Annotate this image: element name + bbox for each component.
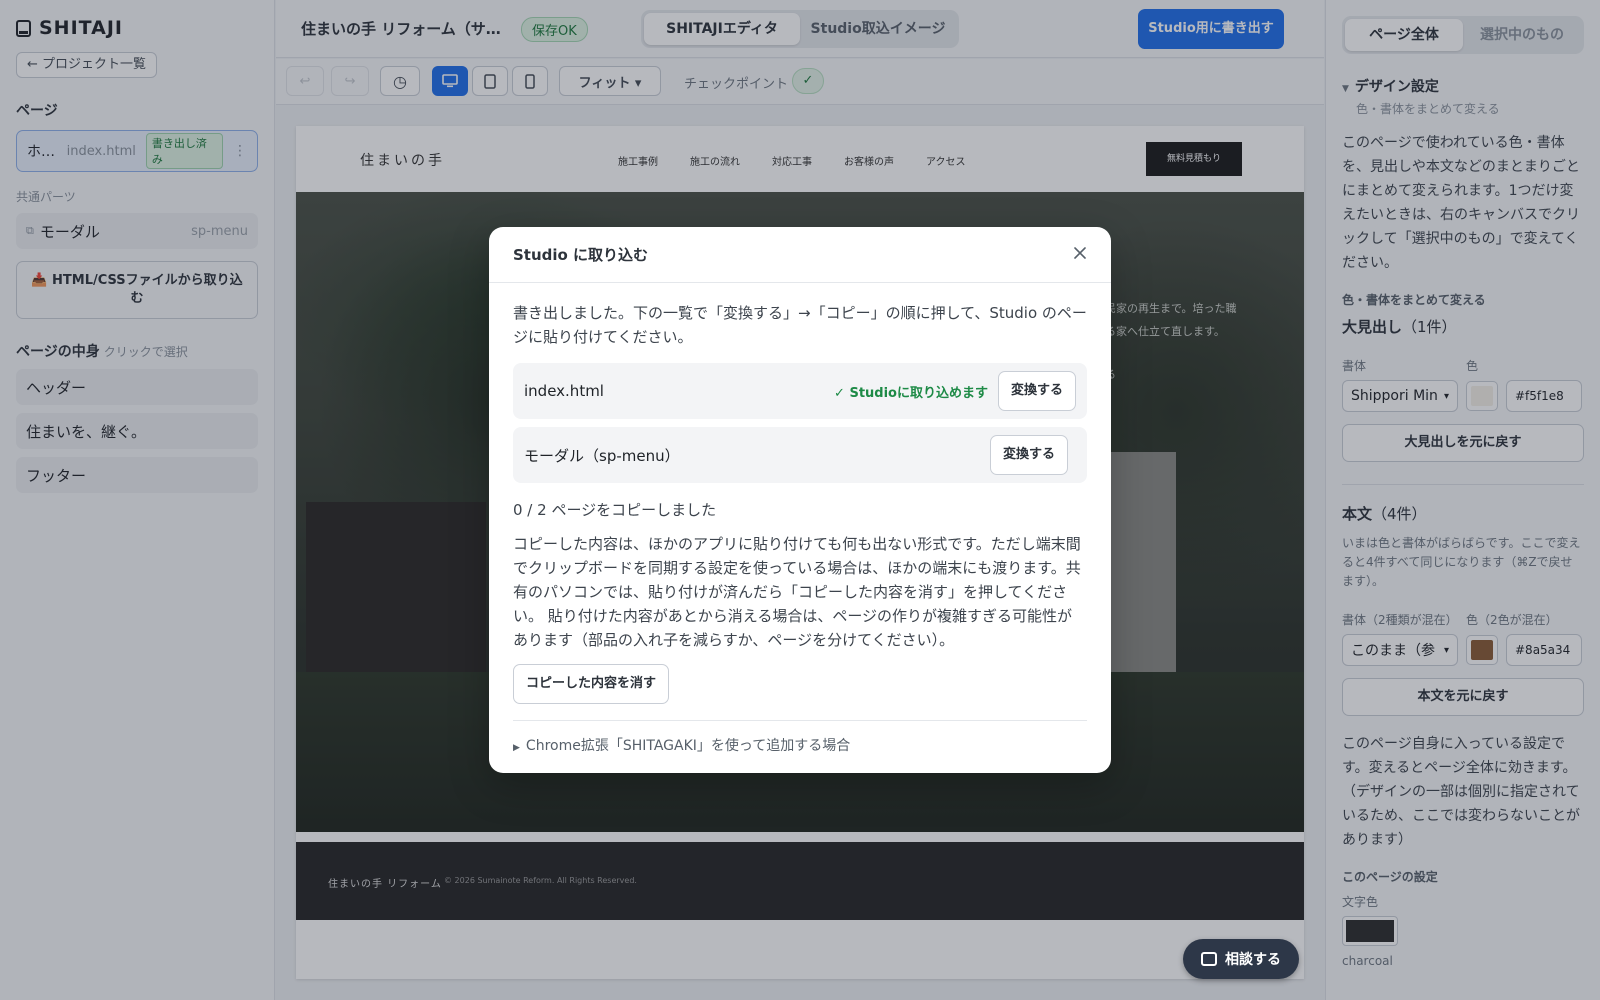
divider	[513, 720, 1087, 721]
modal-title: Studio に取り込む	[513, 246, 649, 264]
export-row: モーダル（sp-menu） 変換する	[513, 427, 1087, 483]
export-file-name: index.html	[524, 382, 604, 400]
modal-intro: 書き出しました。下の一覧で「変換する」→「コピー」の順に押して、Studio の…	[513, 304, 1087, 346]
clipboard-warning: コピーした内容は、ほかのアプリに貼り付けても何も出ない形式です。ただし端末間でク…	[513, 535, 1081, 649]
close-icon[interactable]	[1073, 244, 1087, 265]
modal-body: 書き出しました。下の一覧で「変換する」→「コピー」の順に押して、Studio の…	[489, 283, 1111, 755]
caret-right-icon: ▶	[513, 743, 520, 753]
chat-icon	[1201, 952, 1217, 966]
modal-header: Studio に取り込む	[489, 227, 1111, 283]
studio-import-modal: Studio に取り込む 書き出しました。下の一覧で「変換する」→「コピー」の順…	[489, 227, 1111, 773]
clear-copied-button[interactable]: コピーした内容を消す	[513, 664, 670, 704]
export-row: index.html ✓ Studioに取り込めます 変換する	[513, 363, 1087, 419]
chat-label: 相談する	[1225, 952, 1281, 968]
copy-progress: 0 / 2 ページをコピーしました	[513, 501, 717, 519]
chat-button[interactable]: 相談する	[1183, 939, 1299, 979]
convert-button[interactable]: 変換する	[989, 435, 1068, 475]
import-ok-status: ✓ Studioに取り込めます	[834, 385, 988, 401]
convert-button[interactable]: 変換する	[997, 371, 1076, 411]
chrome-extension-disclosure[interactable]: ▶ Chrome拡張「SHITAGAKI」を使って追加する場合	[513, 735, 1087, 755]
close-x-glyph	[1074, 247, 1086, 259]
export-file-name: モーダル（sp-menu）	[524, 446, 680, 465]
chrome-extension-label: Chrome拡張「SHITAGAKI」を使って追加する場合	[525, 738, 851, 754]
